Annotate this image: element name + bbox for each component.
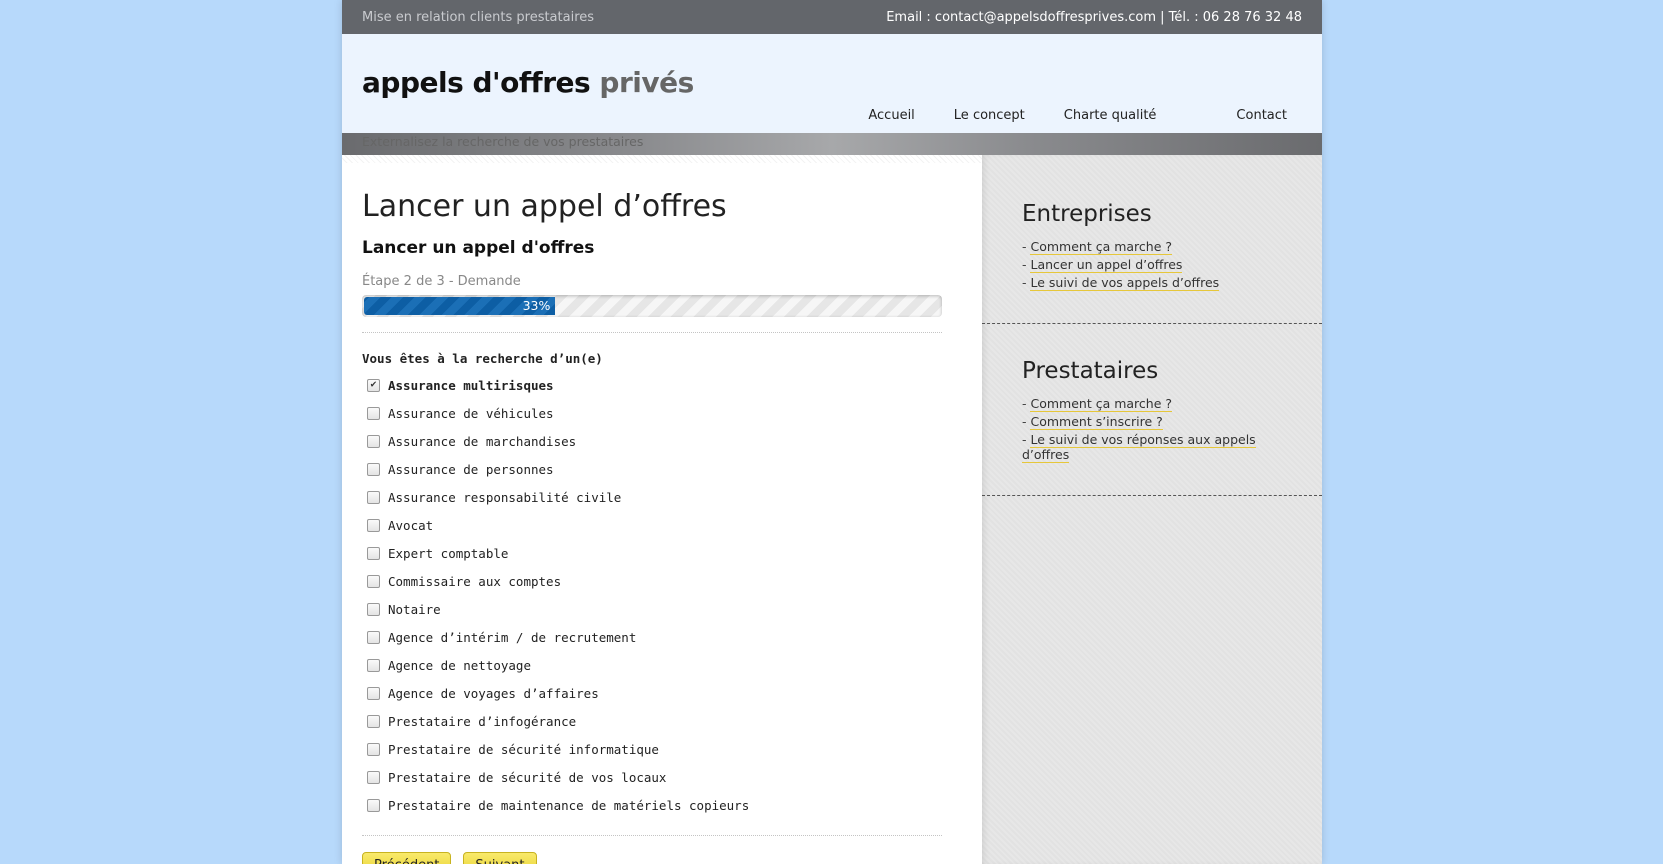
main-nav: Accueil Le concept Charte qualité Contac… xyxy=(829,108,1287,123)
option-label: Commissaire aux comptes xyxy=(388,573,562,589)
sidebar-list-item: - Comment s’inscrire ? xyxy=(1022,414,1163,430)
question-label: Vous êtes à la recherche d’un(e) xyxy=(362,351,603,366)
link-entreprises-how-it-works[interactable]: Comment ça marche ? xyxy=(1030,239,1173,255)
link-prestataires-register[interactable]: Comment s’inscrire ? xyxy=(1030,414,1163,430)
checkbox[interactable] xyxy=(367,658,380,672)
option-item[interactable]: Assurance responsabilité civile xyxy=(362,483,962,511)
option-label: Expert comptable xyxy=(388,545,509,561)
main-content: Lancer un appel d’offres Lancer un appel… xyxy=(342,155,982,864)
option-label: Agence de nettoyage xyxy=(388,657,531,673)
checkbox[interactable] xyxy=(367,742,380,756)
option-item[interactable]: Avocat xyxy=(362,511,962,539)
option-label: Assurance de marchandises xyxy=(388,433,577,449)
option-item[interactable]: Expert comptable xyxy=(362,539,962,567)
checkbox[interactable] xyxy=(367,434,380,448)
sidebar: Entreprises - Comment ça marche ? - Lanc… xyxy=(982,155,1322,864)
sidebar-list-item: - Lancer un appel d’offres xyxy=(1022,257,1183,273)
sidebar-entreprises: Entreprises - Comment ça marche ? - Lanc… xyxy=(982,155,1322,324)
sidebar-links: - Comment ça marche ? - Comment s’inscri… xyxy=(1022,396,1282,463)
divider xyxy=(362,332,942,333)
checkbox[interactable] xyxy=(367,462,380,476)
option-item[interactable]: Prestataire de sécurité de vos locaux xyxy=(362,763,962,791)
nav-concept[interactable]: Le concept xyxy=(954,108,1025,123)
option-label: Agence de voyages d’affaires xyxy=(388,685,599,701)
option-label: Assurance responsabilité civile xyxy=(388,489,622,505)
previous-button[interactable]: Précédent xyxy=(362,852,452,864)
option-label: Prestataire de sécurité de vos locaux xyxy=(388,769,667,785)
option-label: Prestataire de maintenance de matériels … xyxy=(388,797,750,813)
option-label: Prestataire de sécurité informatique xyxy=(388,741,659,757)
checkbox[interactable] xyxy=(367,714,380,728)
header: appels d'offres privés Externalisez la r… xyxy=(342,34,1322,149)
option-item[interactable]: Agence de nettoyage xyxy=(362,651,962,679)
logo-main: appels d'offres xyxy=(362,66,591,99)
checkbox[interactable] xyxy=(367,686,380,700)
sidebar-heading: Prestataires xyxy=(1022,358,1159,384)
sidebar-heading: Entreprises xyxy=(1022,201,1152,227)
checkbox[interactable] xyxy=(367,574,380,588)
option-label: Assurance de personnes xyxy=(388,461,554,477)
checkbox[interactable] xyxy=(367,518,380,532)
nav-contact[interactable]: Contact xyxy=(1236,108,1287,123)
step-indicator: Étape 2 de 3 - Demande xyxy=(362,274,521,289)
site-container: Mise en relation clients prestataires Em… xyxy=(342,0,1322,864)
slogan: Externalisez la recherche de vos prestat… xyxy=(362,134,644,149)
nav-accueil[interactable]: Accueil xyxy=(868,108,914,123)
checkbox-checked[interactable]: ✔ xyxy=(367,378,380,392)
option-item[interactable]: Assurance de marchandises xyxy=(362,427,962,455)
divider xyxy=(362,835,942,836)
logo[interactable]: appels d'offres privés xyxy=(362,66,694,99)
option-label: Notaire xyxy=(388,601,441,617)
form-buttons: Précédent Suivant xyxy=(362,852,962,864)
option-item[interactable]: Agence de voyages d’affaires xyxy=(362,679,962,707)
page-title: Lancer un appel d’offres xyxy=(362,189,727,224)
sidebar-list-item: - Le suivi de vos appels d’offres xyxy=(1022,275,1220,291)
next-button[interactable]: Suivant xyxy=(463,852,537,864)
option-item[interactable]: Prestataire d’infogérance xyxy=(362,707,962,735)
options-list: ✔ Assurance multirisques Assurance de véhi… xyxy=(362,371,962,819)
checkbox[interactable] xyxy=(367,770,380,784)
checkbox[interactable] xyxy=(367,490,380,504)
option-label: Prestataire d’infogérance xyxy=(388,713,577,729)
progress-bar: 33% xyxy=(362,295,942,317)
sidebar-list-item: - Le suivi de vos réponses aux appels d’… xyxy=(1022,432,1256,463)
option-item[interactable]: Agence d’intérim / de recrutement xyxy=(362,623,962,651)
top-tagline: Mise en relation clients prestataires xyxy=(362,9,595,25)
nav-charte-qualite[interactable]: Charte qualité xyxy=(1064,108,1157,123)
link-prestataires-follow-responses[interactable]: Le suivi de vos réponses aux appels d’of… xyxy=(1022,432,1256,463)
option-item[interactable]: Assurance de véhicules xyxy=(362,399,962,427)
option-item[interactable]: Commissaire aux comptes xyxy=(362,567,962,595)
option-item[interactable]: Notaire xyxy=(362,595,962,623)
checkbox[interactable] xyxy=(367,602,380,616)
link-entreprises-follow-tenders[interactable]: Le suivi de vos appels d’offres xyxy=(1030,275,1220,291)
checkbox[interactable] xyxy=(367,630,380,644)
sidebar-list-item: - Comment ça marche ? xyxy=(1022,396,1173,412)
contact-info: Email : contact@appelsdoffresprives.com … xyxy=(886,9,1302,25)
sidebar-links: - Comment ça marche ? - Lancer un appel … xyxy=(1022,239,1282,291)
option-item[interactable]: Assurance de personnes xyxy=(362,455,962,483)
option-item[interactable]: Prestataire de maintenance de matériels … xyxy=(362,791,962,819)
sidebar-list-item: - Comment ça marche ? xyxy=(1022,239,1173,255)
checkbox[interactable] xyxy=(367,798,380,812)
progress-fill: 33% xyxy=(364,297,556,315)
option-item[interactable]: ✔ Assurance multirisques xyxy=(362,371,962,399)
link-entreprises-launch-tender[interactable]: Lancer un appel d’offres xyxy=(1030,257,1183,273)
top-bar: Mise en relation clients prestataires Em… xyxy=(342,0,1322,34)
sidebar-prestataires: Prestataires - Comment ça marche ? - Com… xyxy=(982,324,1322,496)
checkbox[interactable] xyxy=(367,406,380,420)
option-label: Assurance multirisques xyxy=(388,377,554,393)
logo-accent: privés xyxy=(599,66,694,99)
option-label: Agence d’intérim / de recrutement xyxy=(388,629,637,645)
form-title: Lancer un appel d'offres xyxy=(362,238,595,258)
option-label: Avocat xyxy=(388,517,434,533)
checkbox[interactable] xyxy=(367,546,380,560)
option-item[interactable]: Prestataire de sécurité informatique xyxy=(362,735,962,763)
option-label: Assurance de véhicules xyxy=(388,405,554,421)
link-prestataires-how-it-works[interactable]: Comment ça marche ? xyxy=(1030,396,1173,412)
